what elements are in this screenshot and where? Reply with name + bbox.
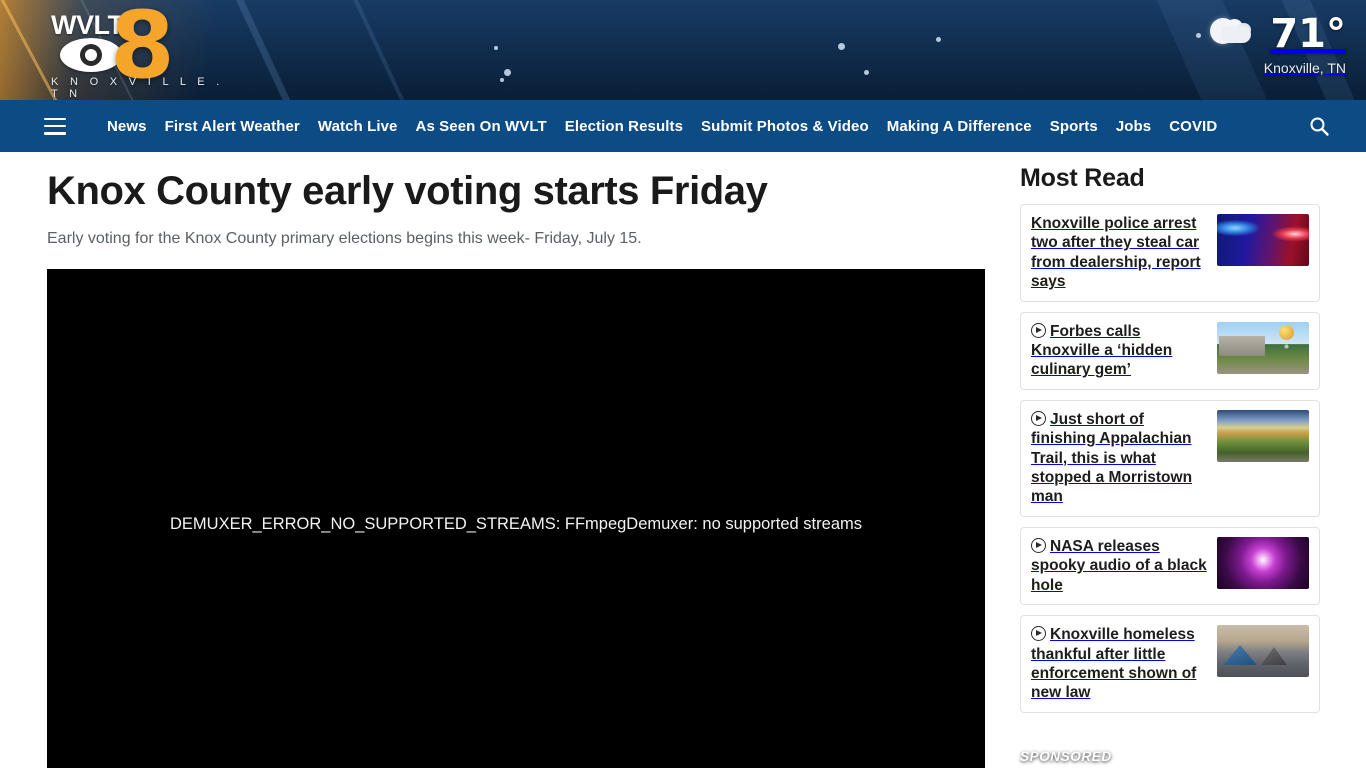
video-error-message: DEMUXER_ERROR_NO_SUPPORTED_STREAMS: FFmp… [170,515,862,533]
decorative-dot [494,46,498,50]
site-logo[interactable]: WVLT 8 K N O X V I L L E . T N [46,0,226,100]
decorative-dot [864,70,869,75]
primary-navigation: News First Alert Weather Watch Live As S… [0,100,1366,152]
decorative-dot [504,69,511,76]
most-read-headline: Knoxville homeless thankful after little… [1031,626,1197,702]
nav-item-sports[interactable]: Sports [1041,118,1107,135]
decorative-dot [838,43,845,50]
list-item[interactable]: Knoxville homeless thankful after little… [1020,615,1320,713]
list-item[interactable]: Knoxville police arrest two after they s… [1020,204,1320,302]
weather-temperature: 71° [1270,11,1346,57]
most-read-thumbnail [1217,536,1309,589]
most-read-heading: Most Read [1020,164,1145,192]
play-icon [1031,537,1046,553]
logo-market-label: K N O X V I L L E . T N [51,76,224,100]
nav-item-covid[interactable]: COVID [1160,118,1226,135]
list-item[interactable]: Just short of finishing Appalachian Trai… [1020,399,1320,517]
weather-widget[interactable]: 71° Knoxville, TN [1146,14,1346,76]
play-icon [1031,322,1046,338]
nav-item-watch-live[interactable]: Watch Live [309,118,407,135]
nav-links: News First Alert Weather Watch Live As S… [98,118,1226,135]
most-read-headline-wrap: Just short of finishing Appalachian Trai… [1031,410,1208,507]
most-read-headline: Just short of finishing Appalachian Trai… [1031,410,1193,506]
most-read-thumbnail [1217,409,1309,462]
list-item[interactable]: NASA releases spooky audio of a black ho… [1020,526,1320,606]
play-icon [1031,410,1046,426]
nav-item-as-seen-on-wvlt[interactable]: As Seen On WVLT [407,118,556,135]
article-summary: Early voting for the Knox County primary… [47,230,642,247]
page-body: Knox County early voting starts Friday E… [0,152,1366,768]
search-icon[interactable] [1308,115,1330,137]
weather-row: 71° [1146,14,1346,54]
most-read-headline: Forbes calls Knoxville a ‘hidden culinar… [1031,322,1173,379]
nav-item-making-a-difference[interactable]: Making A Difference [878,118,1041,135]
video-player[interactable]: DEMUXER_ERROR_NO_SUPPORTED_STREAMS: FFmp… [47,269,985,768]
hamburger-menu-icon[interactable] [44,117,66,135]
most-read-thumbnail [1217,214,1309,266]
list-item[interactable]: Forbes calls Knoxville a ‘hidden culinar… [1020,311,1320,390]
page-title: Knox County early voting starts Friday [47,169,768,213]
nav-item-submit-photos-video[interactable]: Submit Photos & Video [692,118,878,135]
nav-item-election-results[interactable]: Election Results [556,118,692,135]
site-masthead: WVLT 8 K N O X V I L L E . T N 71° Knoxv… [0,0,1366,100]
most-read-sidebar: Most Read Knoxville police arrest two af… [1008,152,1366,768]
most-read-headline: NASA releases spooky audio of a black ho… [1031,537,1207,594]
play-icon [1031,626,1046,642]
nav-item-news[interactable]: News [98,118,156,135]
nav-item-jobs[interactable]: Jobs [1107,118,1160,135]
article-column: Knox County early voting starts Friday E… [0,152,1008,768]
most-read-headline-wrap: Forbes calls Knoxville a ‘hidden culinar… [1031,322,1208,380]
decorative-dot [936,37,941,42]
weather-location: Knoxville, TN [1263,60,1346,76]
most-read-thumbnail [1217,321,1309,374]
most-read-thumbnail [1217,625,1309,678]
nav-item-first-alert-weather[interactable]: First Alert Weather [156,118,309,135]
most-read-headline-wrap: Knoxville homeless thankful after little… [1031,625,1208,703]
most-read-headline-wrap: NASA releases spooky audio of a black ho… [1031,537,1208,595]
moon-behind-cloud-icon [1208,14,1260,54]
decorative-dot [500,78,504,82]
most-read-headline: Knoxville police arrest two after they s… [1031,215,1201,291]
